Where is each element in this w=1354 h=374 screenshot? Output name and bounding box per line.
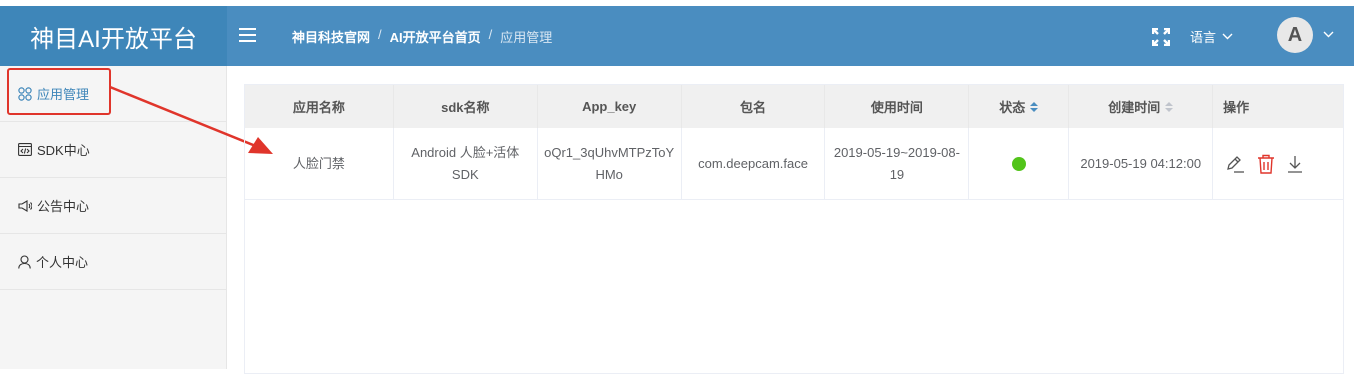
cell-created: 2019-05-19 04:12:00 xyxy=(1069,128,1214,199)
cell-actions xyxy=(1213,128,1343,199)
sort-icon[interactable] xyxy=(1165,101,1174,112)
user-icon xyxy=(18,254,31,269)
cell-usage-time: 2019-05-19~2019-08-19 xyxy=(825,128,970,199)
table-header: 应用名称 sdk名称 App_key 包名 使用时间 状态 创建时间 操作 xyxy=(245,85,1343,128)
table-body: 人脸门禁 Android 人脸+活体SDK oQr1_3qUhvMTPzToYH… xyxy=(245,128,1343,200)
download-icon[interactable] xyxy=(1287,155,1303,173)
cell-package: com.deepcam.face xyxy=(682,128,826,199)
megaphone-icon xyxy=(18,199,32,212)
app-logo-title: 神目AI开放平台 xyxy=(0,6,227,66)
column-header-label: 创建时间 xyxy=(1108,100,1161,115)
language-label: 语言 xyxy=(1190,30,1217,45)
cell-status xyxy=(969,128,1070,199)
status-indicator xyxy=(1011,156,1026,171)
sidebar-item-label: SDK中心 xyxy=(37,143,90,158)
language-selector[interactable]: 语言 xyxy=(1190,27,1233,46)
column-header-usage-time: 使用时间 xyxy=(825,85,970,128)
breadcrumb-separator: / xyxy=(488,27,493,42)
breadcrumb: 神目科技官网 / AI开放平台首页 / 应用管理 xyxy=(292,27,552,46)
breadcrumb-separator: / xyxy=(378,27,382,42)
chevron-down-icon[interactable] xyxy=(1323,31,1334,38)
breadcrumb-link-platform-home[interactable]: AI开放平台首页 xyxy=(390,27,481,46)
cell-app-key: oQr1_3qUhvMTPzToYHMo xyxy=(538,128,682,199)
sort-icon[interactable] xyxy=(1030,101,1039,112)
column-header-status[interactable]: 状态 xyxy=(969,85,1070,128)
edit-icon[interactable] xyxy=(1225,154,1245,174)
column-header-app-key: App_key xyxy=(538,85,682,128)
column-header-actions: 操作 xyxy=(1223,100,1250,115)
column-header-sdk-name: sdk名称 xyxy=(394,85,538,128)
app-table: 应用名称 sdk名称 App_key 包名 使用时间 状态 创建时间 操作 人脸… xyxy=(244,84,1344,374)
cell-app-name: 人脸门禁 xyxy=(245,128,394,199)
fullscreen-icon[interactable] xyxy=(1151,27,1171,47)
column-header-app-name: 应用名称 xyxy=(245,85,394,128)
annotation-highlight-box xyxy=(7,68,111,115)
sidebar-item-personal-center[interactable]: 个人中心 xyxy=(0,234,226,290)
table-row: 人脸门禁 Android 人脸+活体SDK oQr1_3qUhvMTPzToYH… xyxy=(245,128,1343,200)
cell-sdk-name: Android 人脸+活体SDK xyxy=(394,128,538,199)
avatar[interactable]: A xyxy=(1277,17,1313,53)
code-icon xyxy=(18,143,32,156)
column-header-package: 包名 xyxy=(682,85,826,128)
column-header-created[interactable]: 创建时间 xyxy=(1069,85,1214,128)
delete-icon[interactable] xyxy=(1257,154,1275,174)
menu-toggle-icon[interactable] xyxy=(239,28,256,42)
top-header: 神目科技官网 / AI开放平台首页 / 应用管理 语言 A xyxy=(227,6,1354,66)
sidebar-item-label: 个人中心 xyxy=(36,255,89,270)
breadcrumb-current: 应用管理 xyxy=(500,30,553,45)
column-header-label: 状态 xyxy=(999,100,1026,115)
chevron-down-icon xyxy=(1222,33,1233,40)
sidebar-item-announcement-center[interactable]: 公告中心 xyxy=(0,178,226,234)
sidebar-item-label: 公告中心 xyxy=(37,199,90,214)
breadcrumb-link-official-site[interactable]: 神目科技官网 xyxy=(292,27,370,46)
